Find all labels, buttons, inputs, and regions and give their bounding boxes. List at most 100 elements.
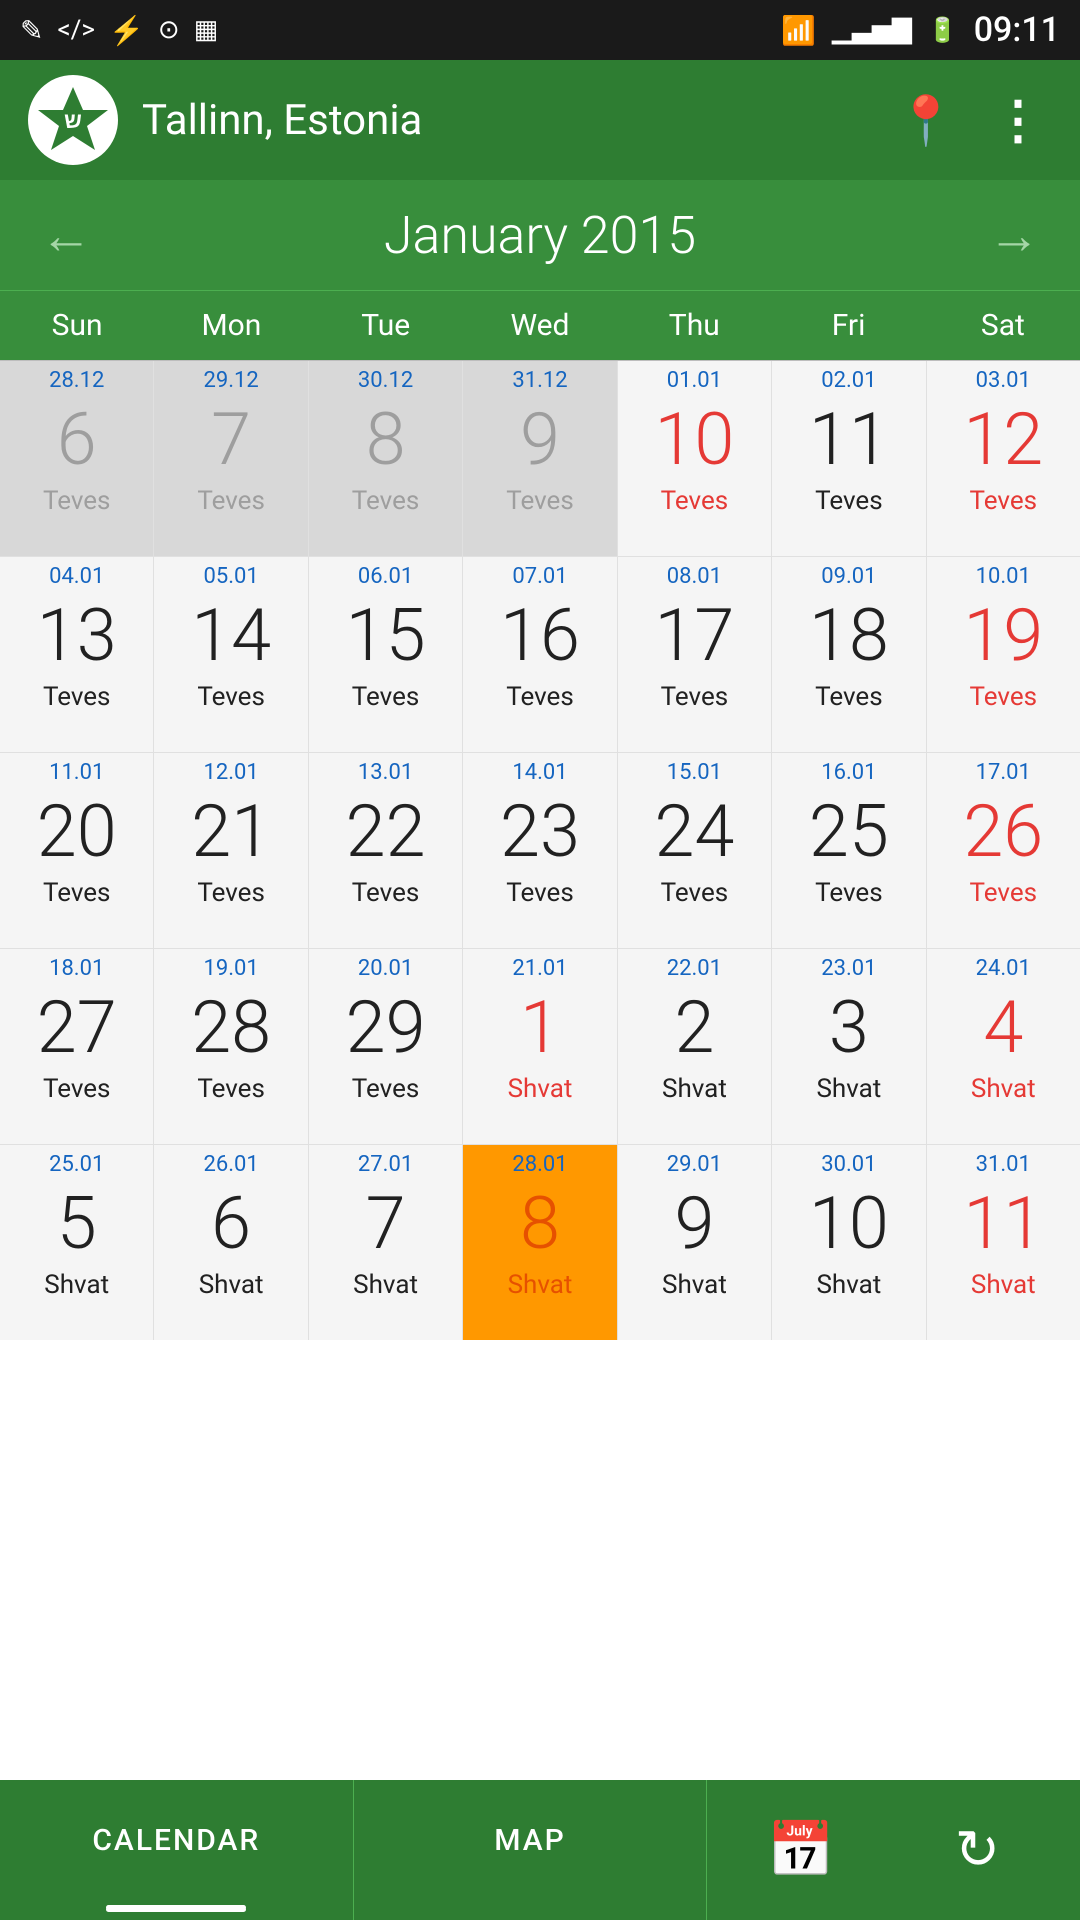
calendar-cell[interactable]: 11.0120Teves — [0, 753, 153, 948]
cell-small-date: 04.01 — [49, 563, 104, 591]
day-header-sat: Sat — [926, 291, 1080, 360]
day-header-wed: Wed — [463, 291, 617, 360]
cell-hebrew-date: Shvat — [44, 1269, 109, 1301]
calendar-cell[interactable]: 03.0112Teves — [927, 361, 1080, 556]
cell-hebrew-date: Teves — [197, 485, 265, 517]
calendar-cell[interactable]: 06.0115Teves — [309, 557, 462, 752]
tab-map[interactable]: MAP — [354, 1780, 708, 1920]
battery-icon: 🔋 — [928, 16, 958, 44]
calendar-cell[interactable]: 23.013Shvat — [772, 949, 925, 1144]
calendar-cell[interactable]: 29.019Shvat — [618, 1145, 771, 1340]
cell-main-number: 3 — [829, 983, 869, 1073]
calendar-cell[interactable]: 04.0113Teves — [0, 557, 153, 752]
calendar-cell[interactable]: 12.0121Teves — [154, 753, 307, 948]
tab-calendar[interactable]: CALENDAR — [0, 1780, 354, 1920]
prev-month-button[interactable]: ← — [40, 205, 92, 266]
cell-main-number: 9 — [674, 1179, 714, 1269]
cell-main-number: 24 — [654, 787, 734, 877]
calendar-cell[interactable]: 28.126Teves — [0, 361, 153, 556]
cell-small-date: 10.01 — [976, 563, 1031, 591]
calendar-cell[interactable]: 05.0114Teves — [154, 557, 307, 752]
cell-hebrew-date: Teves — [661, 681, 729, 713]
cell-main-number: 21 — [191, 787, 271, 877]
calendar-cell[interactable]: 21.011Shvat — [463, 949, 616, 1144]
cell-hebrew-date: Shvat — [662, 1073, 727, 1105]
cell-hebrew-date: Teves — [661, 485, 729, 517]
next-month-button[interactable]: → — [988, 205, 1040, 266]
calendar-cell[interactable]: 22.012Shvat — [618, 949, 771, 1144]
more-options-icon[interactable]: ⋮ — [992, 90, 1044, 151]
calendar-cell[interactable]: 30.0110Shvat — [772, 1145, 925, 1340]
calendar-cell[interactable]: 07.0116Teves — [463, 557, 616, 752]
calendar-cell[interactable]: 01.0110Teves — [618, 361, 771, 556]
calendar-cell[interactable]: 19.0128Teves — [154, 949, 307, 1144]
calendar-cell[interactable]: 09.0118Teves — [772, 557, 925, 752]
cell-hebrew-date: Teves — [970, 681, 1038, 713]
cell-small-date: 13.01 — [358, 759, 413, 787]
cell-main-number: 28 — [191, 983, 271, 1073]
cell-main-number: 10 — [809, 1179, 889, 1269]
wifi-icon: 📶 — [781, 14, 816, 47]
calendar-cell[interactable]: 20.0129Teves — [309, 949, 462, 1144]
calendar-cell[interactable]: 27.017Shvat — [309, 1145, 462, 1340]
svg-text:ש: ש — [64, 109, 82, 134]
cell-hebrew-date: Teves — [815, 681, 883, 713]
calendar-cell[interactable]: 15.0124Teves — [618, 753, 771, 948]
cell-hebrew-date: Teves — [352, 877, 420, 909]
cell-small-date: 27.01 — [358, 1151, 413, 1179]
location-pin-icon[interactable]: 📍 — [896, 92, 956, 149]
code-icon: </> — [57, 15, 95, 45]
cell-main-number: 27 — [37, 983, 117, 1073]
day-headers: SunMonTueWedThuFriSat — [0, 290, 1080, 360]
cell-small-date: 07.01 — [512, 563, 567, 591]
cell-small-date: 28.01 — [512, 1151, 567, 1179]
cell-small-date: 01.01 — [667, 367, 722, 395]
calendar-grid: 28.126Teves29.127Teves30.128Teves31.129T… — [0, 360, 1080, 1340]
calendar-cell[interactable]: 31.129Teves — [463, 361, 616, 556]
cell-hebrew-date: Shvat — [353, 1269, 418, 1301]
day-header-fri: Fri — [771, 291, 925, 360]
calendar-cell[interactable]: 14.0123Teves — [463, 753, 616, 948]
cell-small-date: 14.01 — [512, 759, 567, 787]
day-header-tue: Tue — [309, 291, 463, 360]
cell-small-date: 25.01 — [49, 1151, 104, 1179]
cell-small-date: 17.01 — [976, 759, 1031, 787]
cell-main-number: 11 — [809, 395, 889, 485]
cell-hebrew-date: Teves — [197, 877, 265, 909]
status-bar: ✎ </> ⚡ ⊙ ▦ 📶 ▁▃▅▇ 🔋 09:11 — [0, 0, 1080, 60]
calendar-cell[interactable]: 25.015Shvat — [0, 1145, 153, 1340]
cell-small-date: 22.01 — [667, 955, 722, 983]
calendar-cell[interactable]: 17.0126Teves — [927, 753, 1080, 948]
cell-small-date: 28.12 — [49, 367, 104, 395]
calendar-today-icon[interactable]: 📅 — [767, 1819, 834, 1882]
calendar-cell[interactable]: 26.016Shvat — [154, 1145, 307, 1340]
cell-hebrew-date: Teves — [352, 485, 420, 517]
cell-main-number: 15 — [346, 591, 426, 681]
time-display: 09:11 — [974, 10, 1060, 50]
cell-hebrew-date: Teves — [43, 1073, 111, 1105]
calendar-cell[interactable]: 16.0125Teves — [772, 753, 925, 948]
header-icons: 📍 ⋮ — [896, 90, 1052, 151]
calendar-cell[interactable]: 29.127Teves — [154, 361, 307, 556]
calendar-cell[interactable]: 10.0119Teves — [927, 557, 1080, 752]
cell-hebrew-date: Teves — [506, 485, 574, 517]
cell-main-number: 20 — [37, 787, 117, 877]
calendar-cell[interactable]: 30.128Teves — [309, 361, 462, 556]
calendar-cell[interactable]: 02.0111Teves — [772, 361, 925, 556]
cell-main-number: 6 — [57, 395, 97, 485]
cell-small-date: 21.01 — [512, 955, 567, 983]
cell-hebrew-date: Teves — [815, 485, 883, 517]
calendar-cell[interactable]: 08.0117Teves — [618, 557, 771, 752]
signal-icon: ▁▃▅▇ — [832, 15, 912, 45]
cell-hebrew-date: Teves — [43, 877, 111, 909]
calendar-cell[interactable]: 18.0127Teves — [0, 949, 153, 1144]
calendar-cell[interactable]: 31.0111Shvat — [927, 1145, 1080, 1340]
cell-small-date: 20.01 — [358, 955, 413, 983]
calendar-cell[interactable]: 28.018Shvat — [463, 1145, 616, 1340]
cell-main-number: 9 — [520, 395, 560, 485]
refresh-icon[interactable]: ↻ — [955, 1818, 1000, 1882]
calendar-cell[interactable]: 24.014Shvat — [927, 949, 1080, 1144]
cell-main-number: 10 — [654, 395, 734, 485]
cell-small-date: 11.01 — [49, 759, 104, 787]
calendar-cell[interactable]: 13.0122Teves — [309, 753, 462, 948]
